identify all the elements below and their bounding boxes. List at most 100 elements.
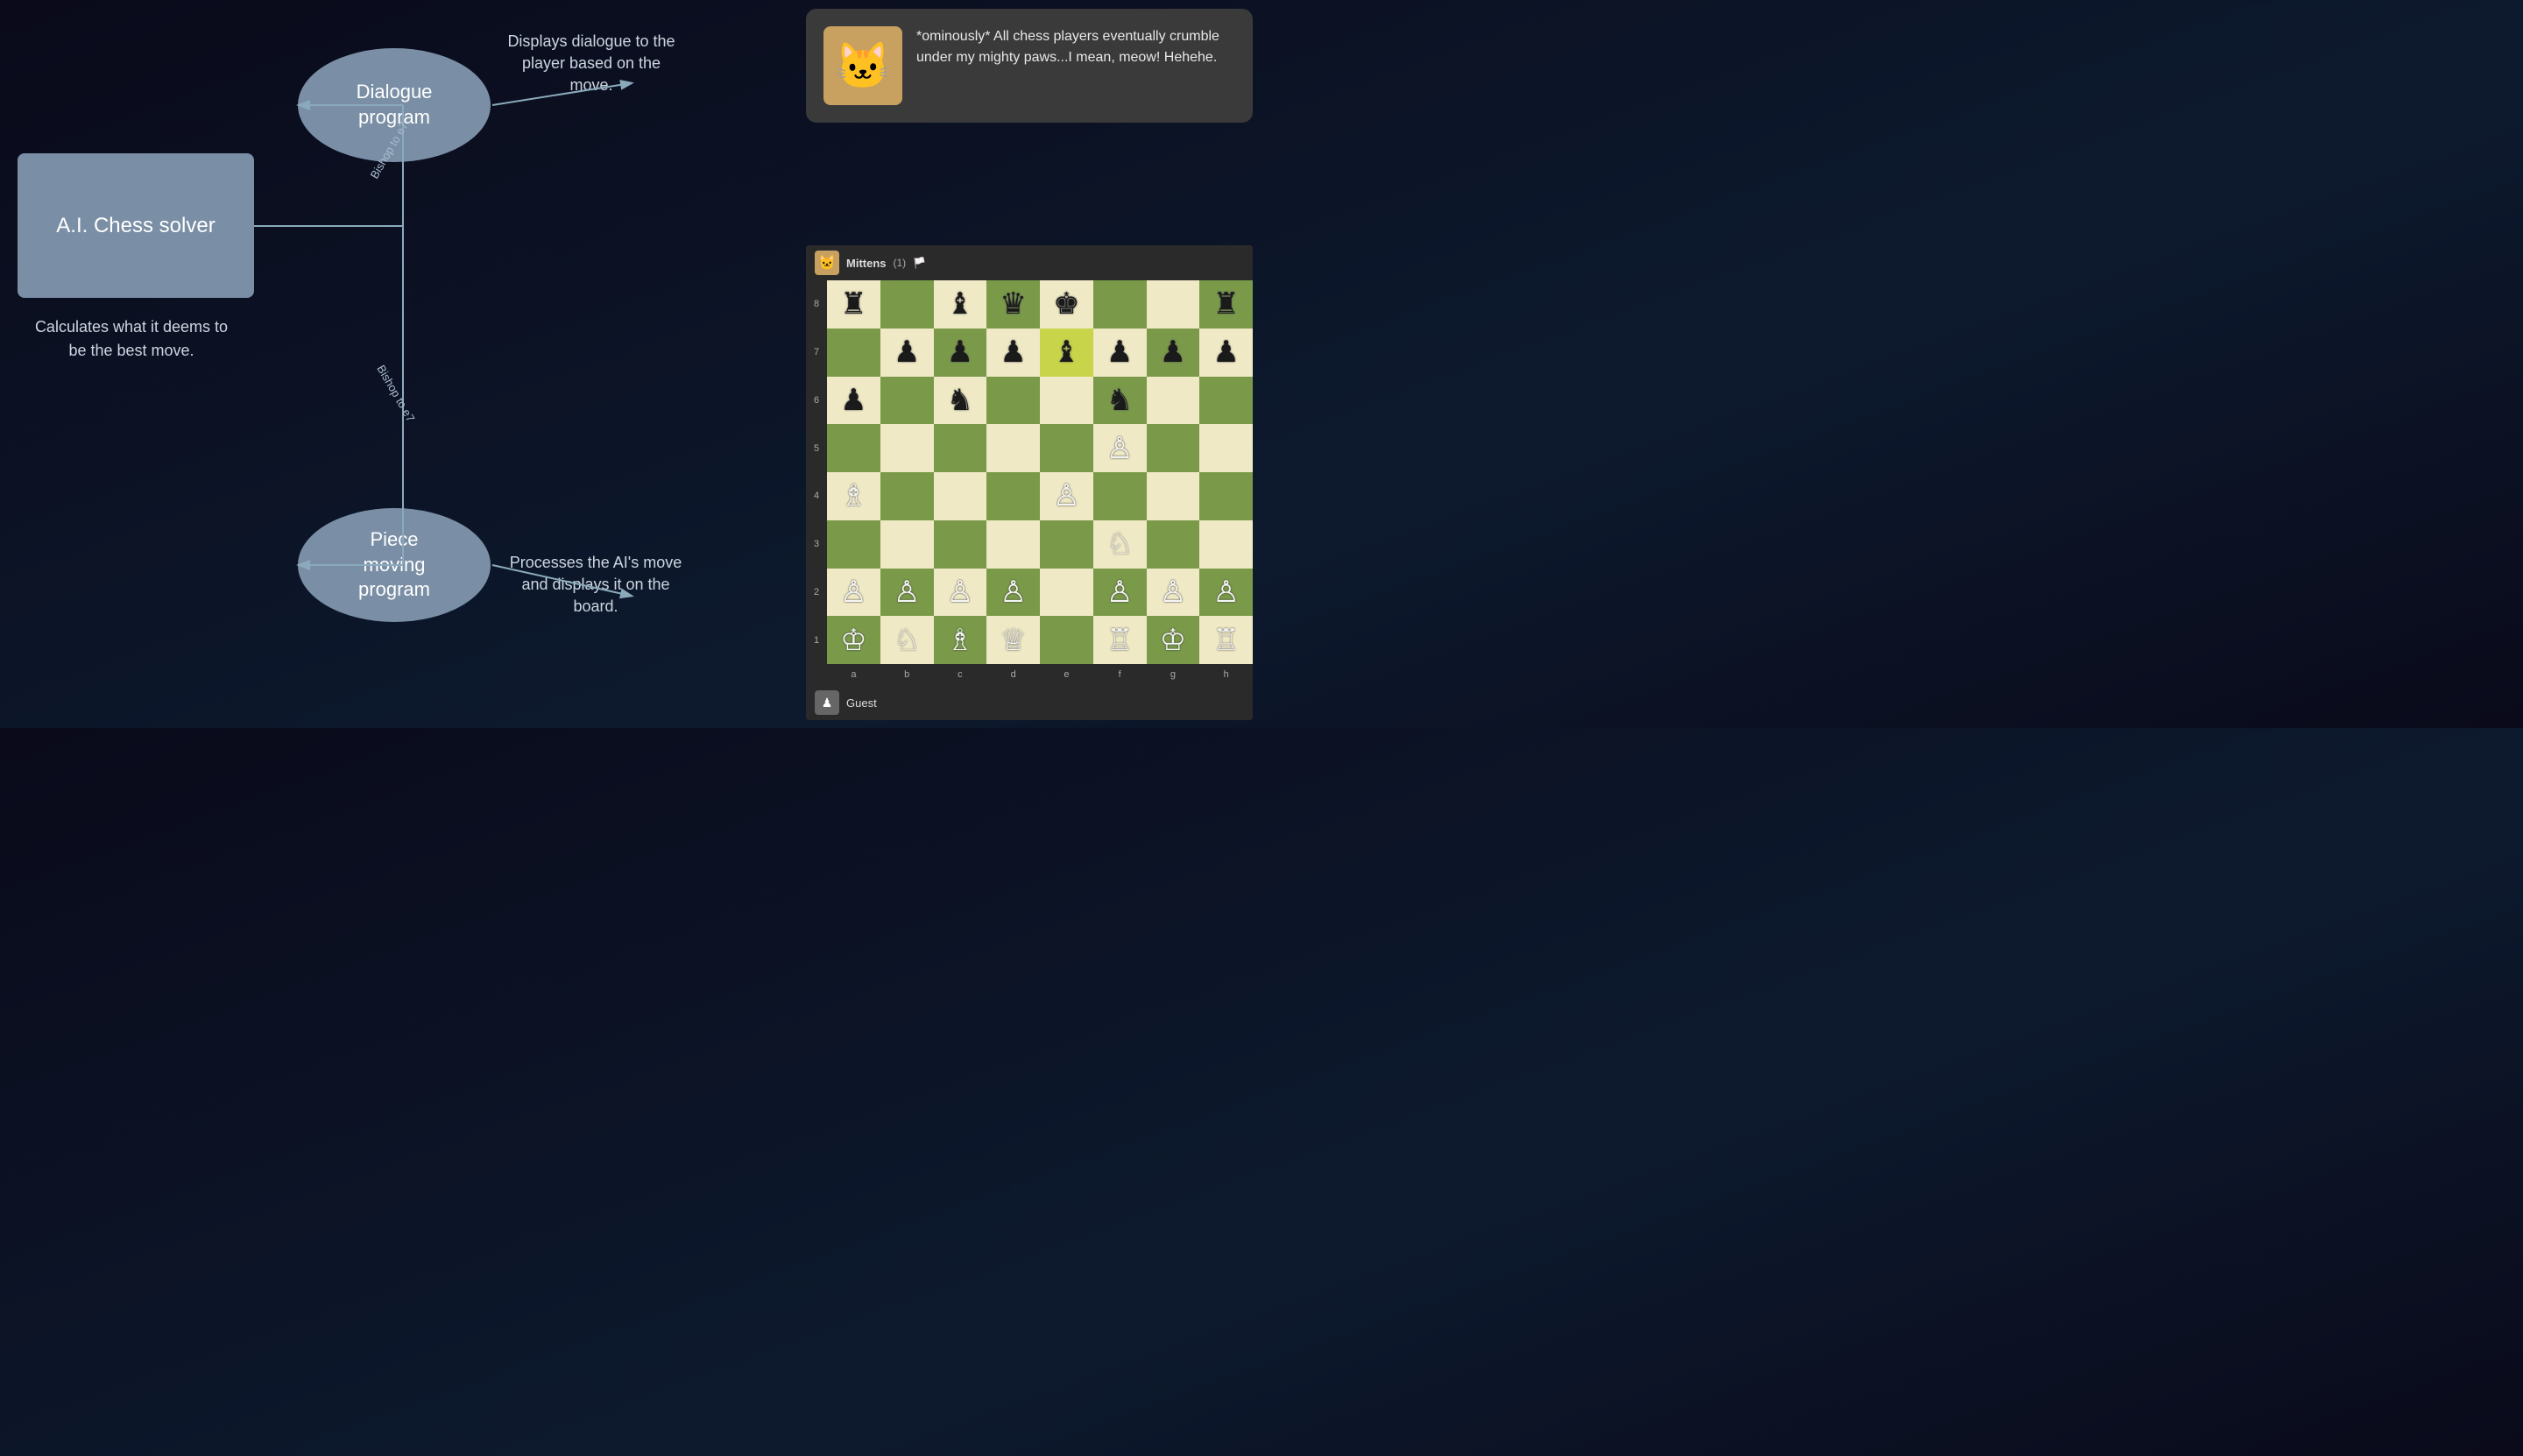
chess-square-h1[interactable]: ♖ <box>1199 616 1253 664</box>
chess-square-e1[interactable] <box>1040 616 1093 664</box>
chess-square-d7[interactable]: ♟ <box>986 329 1040 377</box>
chess-square-d5[interactable] <box>986 424 1040 472</box>
file-label-b: b <box>880 664 934 685</box>
chess-square-c3[interactable] <box>934 520 987 569</box>
chess-square-b3[interactable] <box>880 520 934 569</box>
ai-description: Calculates what it deems to be the best … <box>26 315 237 363</box>
chess-square-e5[interactable] <box>1040 424 1093 472</box>
chess-square-h2[interactable]: ♙ <box>1199 569 1253 617</box>
chess-square-b8[interactable] <box>880 280 934 329</box>
chess-square-f7[interactable]: ♟ <box>1093 329 1147 377</box>
chess-square-a7[interactable] <box>827 329 880 377</box>
chess-square-c6[interactable]: ♞ <box>934 377 987 425</box>
diagram-area: A.I. Chess solver Calculates what it dee… <box>0 0 788 728</box>
chess-square-d8[interactable]: ♛ <box>986 280 1040 329</box>
player-name: Mittens <box>846 257 887 270</box>
chess-square-f8[interactable] <box>1093 280 1147 329</box>
piece-ellipse-label: Piecemovingprogram <box>358 527 430 603</box>
chess-square-b4[interactable] <box>880 472 934 520</box>
chess-square-c5[interactable] <box>934 424 987 472</box>
chess-square-e6[interactable] <box>1040 377 1093 425</box>
player-avatar: 🐱 <box>815 251 839 275</box>
cat-avatar: 🐱 <box>823 26 902 105</box>
chess-square-e4[interactable]: ♙ <box>1040 472 1093 520</box>
ai-chess-solver-box: A.I. Chess solver <box>18 153 254 298</box>
rank-label-8: 8 <box>806 280 827 329</box>
chess-square-a2[interactable]: ♙ <box>827 569 880 617</box>
rank-label-6: 6 <box>806 377 827 425</box>
chess-header: 🐱 Mittens (1) 🏳️ <box>806 245 1253 280</box>
chess-square-d6[interactable] <box>986 377 1040 425</box>
chess-square-a8[interactable]: ♜ <box>827 280 880 329</box>
chess-square-c8[interactable]: ♝ <box>934 280 987 329</box>
chess-square-a4[interactable]: ♗ <box>827 472 880 520</box>
chess-square-e2[interactable] <box>1040 569 1093 617</box>
player-flag: 🏳️ <box>913 257 926 269</box>
chess-square-g6[interactable] <box>1147 377 1200 425</box>
chess-square-b2[interactable]: ♙ <box>880 569 934 617</box>
chess-square-f3[interactable]: ♘ <box>1093 520 1147 569</box>
chat-text: *ominously* All chess players eventually… <box>916 26 1235 105</box>
chess-square-c2[interactable]: ♙ <box>934 569 987 617</box>
chess-square-g7[interactable]: ♟ <box>1147 329 1200 377</box>
chess-square-h7[interactable]: ♟ <box>1199 329 1253 377</box>
chess-square-g5[interactable] <box>1147 424 1200 472</box>
file-label-e: e <box>1040 664 1093 685</box>
file-label-c: c <box>934 664 987 685</box>
chess-square-a3[interactable] <box>827 520 880 569</box>
piece-description: Processes the AI's move and displays it … <box>504 552 688 618</box>
file-label-d: d <box>986 664 1040 685</box>
rank-label-1: 1 <box>806 616 827 664</box>
chess-square-b5[interactable] <box>880 424 934 472</box>
chess-square-e3[interactable] <box>1040 520 1093 569</box>
dialogue-description: Displays dialogue to the player based on… <box>504 31 679 97</box>
piece-ellipse: Piecemovingprogram <box>298 508 491 622</box>
chess-container: 🐱 Mittens (1) 🏳️ 8♜♝♛♚♜7♟♟♟♝♟♟♟6♟♞♞5♙4♗♙… <box>806 245 1253 720</box>
chess-square-d2[interactable]: ♙ <box>986 569 1040 617</box>
chess-square-h8[interactable]: ♜ <box>1199 280 1253 329</box>
file-label-f: f <box>1093 664 1147 685</box>
chess-square-a5[interactable] <box>827 424 880 472</box>
chess-square-a6[interactable]: ♟ <box>827 377 880 425</box>
chess-square-h5[interactable] <box>1199 424 1253 472</box>
chess-square-b1[interactable]: ♘ <box>880 616 934 664</box>
chess-square-g1[interactable]: ♔ <box>1147 616 1200 664</box>
chess-square-c4[interactable] <box>934 472 987 520</box>
chess-square-g3[interactable] <box>1147 520 1200 569</box>
chess-square-c1[interactable]: ♗ <box>934 616 987 664</box>
ai-box-label: A.I. Chess solver <box>56 212 215 239</box>
rank-label-7: 7 <box>806 329 827 377</box>
chess-square-f4[interactable] <box>1093 472 1147 520</box>
guest-name: Guest <box>846 696 877 710</box>
chess-square-f6[interactable]: ♞ <box>1093 377 1147 425</box>
player-rating: (1) <box>894 257 907 269</box>
file-label-a: a <box>827 664 880 685</box>
chess-square-d1[interactable]: ♕ <box>986 616 1040 664</box>
arrow-label-bottom: Bishop to e7 <box>374 363 417 424</box>
chess-board: 8♜♝♛♚♜7♟♟♟♝♟♟♟6♟♞♞5♙4♗♙3♘2♙♙♙♙♙♙♙1♔♘♗♕♖♔… <box>806 280 1253 685</box>
chess-footer: ♟ Guest <box>806 685 1253 720</box>
chess-square-h4[interactable] <box>1199 472 1253 520</box>
rank-label-2: 2 <box>806 569 827 617</box>
chess-square-e7[interactable]: ♝ <box>1040 329 1093 377</box>
chess-square-f5[interactable]: ♙ <box>1093 424 1147 472</box>
chess-square-e8[interactable]: ♚ <box>1040 280 1093 329</box>
chess-square-b6[interactable] <box>880 377 934 425</box>
chess-square-h3[interactable] <box>1199 520 1253 569</box>
chess-square-g4[interactable] <box>1147 472 1200 520</box>
chess-square-d3[interactable] <box>986 520 1040 569</box>
rank-label-3: 3 <box>806 520 827 569</box>
file-label-corner <box>806 664 827 685</box>
file-label-h: h <box>1199 664 1253 685</box>
chess-square-g8[interactable] <box>1147 280 1200 329</box>
chess-square-a1[interactable]: ♔ <box>827 616 880 664</box>
chess-square-h6[interactable] <box>1199 377 1253 425</box>
dialogue-ellipse-label: Dialogueprogram <box>357 80 433 130</box>
rank-label-4: 4 <box>806 472 827 520</box>
chess-square-f1[interactable]: ♖ <box>1093 616 1147 664</box>
chess-square-f2[interactable]: ♙ <box>1093 569 1147 617</box>
chess-square-d4[interactable] <box>986 472 1040 520</box>
chess-square-c7[interactable]: ♟ <box>934 329 987 377</box>
chess-square-g2[interactable]: ♙ <box>1147 569 1200 617</box>
chess-square-b7[interactable]: ♟ <box>880 329 934 377</box>
